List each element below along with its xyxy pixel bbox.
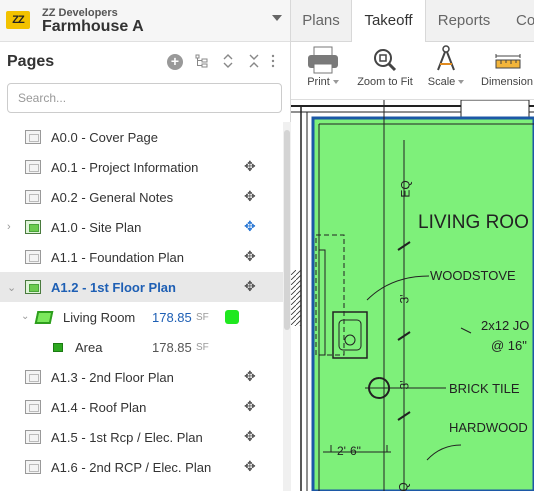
scale-label: Scale [427, 76, 456, 88]
page-row[interactable]: A0.1 - Project Information ✥ [0, 152, 283, 182]
page-label: A1.1 - Foundation Plan [51, 250, 184, 265]
dim-3ft-b: 3' [397, 380, 412, 390]
chevron-down-icon[interactable] [272, 15, 282, 21]
takeoff-name: Living Room [63, 310, 136, 325]
page-label: A1.5 - 1st Rcp / Elec. Plan [51, 430, 203, 445]
tab-plans[interactable]: Plans [291, 0, 351, 42]
chevron-down-icon[interactable]: ⌄ [7, 281, 16, 294]
page-label: A1.4 - Roof Plan [51, 400, 147, 415]
print-button[interactable]: Print [299, 42, 347, 100]
sheet-icon [25, 400, 41, 414]
company-logo: ZZ [6, 11, 30, 29]
page-row-selected[interactable]: ⌄ A1.2 - 1st Floor Plan ✥ [0, 272, 283, 302]
project-header[interactable]: ZZ ZZ Developers Farmhouse A [0, 0, 290, 42]
takeoff-row[interactable]: ⌄ Living Room 178.85 SF [0, 302, 283, 332]
dimension-button[interactable]: Dimension [479, 42, 534, 100]
tab-reports[interactable]: Reports [426, 0, 502, 42]
printer-icon [299, 42, 347, 76]
sheet-icon [25, 160, 41, 174]
takeoff-sub-unit: SF [196, 342, 209, 353]
sheet-icon [25, 250, 41, 264]
joist-note-1: 2x12 JO [481, 318, 530, 333]
dim-2ft6: 2'-6" [337, 444, 361, 458]
scrollbar-thumb[interactable] [284, 130, 290, 330]
takeoff-color-swatch[interactable] [225, 310, 239, 324]
page-label: A1.0 - Site Plan [51, 220, 142, 235]
tab-co[interactable]: Co [502, 0, 534, 42]
page-label: A1.3 - 2nd Floor Plan [51, 370, 174, 385]
sheet-icon [25, 460, 41, 474]
hardwood-note: HARDWOOD [449, 420, 528, 435]
chevron-down-icon[interactable]: ⌄ [21, 311, 29, 322]
page-row[interactable]: A1.3 - 2nd Floor Plan ✥ [0, 362, 283, 392]
dim-3ft-a: 3' [397, 294, 412, 304]
page-row[interactable]: A1.5 - 1st Rcp / Elec. Plan ✥ [0, 422, 283, 452]
page-label: A0.1 - Project Information [51, 160, 199, 175]
sheet-icon [25, 190, 41, 204]
right-panel: Plans Takeoff Reports Co Print Zoom to F… [291, 0, 534, 491]
takeoff-sub-row[interactable]: Area 178.85 SF [0, 332, 283, 362]
pages-list: A0.0 - Cover Page A0.1 - Project Informa… [0, 122, 283, 482]
takeoff-quantity: 178.85 [152, 310, 192, 325]
dim-q: Q [396, 482, 411, 491]
page-row[interactable]: A1.6 - 2nd RCP / Elec. Plan ✥ [0, 452, 283, 482]
page-row[interactable]: › A1.0 - Site Plan ✥ [0, 212, 283, 242]
hierarchy-icon[interactable] [194, 54, 210, 70]
page-label: A0.0 - Cover Page [51, 130, 158, 145]
sheet-icon [25, 430, 41, 444]
area-icon [53, 343, 63, 352]
plan-drawing-canvas[interactable]: LIVING ROO WOODSTOVE BRICK TILE HARDWOOD… [291, 99, 534, 491]
room-label: LIVING ROO [418, 212, 529, 233]
page-label: A1.6 - 2nd RCP / Elec. Plan [51, 460, 212, 475]
page-row[interactable]: A1.1 - Foundation Plan ✥ [0, 242, 283, 272]
page-row[interactable]: A0.2 - General Notes ✥ [0, 182, 283, 212]
move-icon[interactable]: ✥ [244, 278, 256, 295]
tab-takeoff[interactable]: Takeoff [351, 0, 426, 43]
zoom-label: Zoom to Fit [357, 76, 413, 88]
expand-all-icon[interactable] [220, 54, 236, 70]
tab-bar: Plans Takeoff Reports Co [291, 0, 534, 43]
move-icon[interactable]: ✥ [244, 368, 256, 385]
pages-title: Pages [7, 53, 55, 70]
page-row[interactable]: A1.4 - Roof Plan ✥ [0, 392, 283, 422]
move-icon[interactable]: ✥ [244, 248, 256, 265]
left-panel: ZZ ZZ Developers Farmhouse A Pages + A0.… [0, 0, 291, 491]
move-icon[interactable]: ✥ [244, 188, 256, 205]
search-input[interactable] [7, 83, 282, 113]
takeoff-sub-quantity: 178.85 [152, 340, 192, 355]
woodstove-note: WOODSTOVE [430, 268, 516, 283]
page-label: A1.2 - 1st Floor Plan [51, 280, 176, 295]
print-label: Print [307, 76, 330, 88]
move-icon[interactable]: ✥ [244, 398, 256, 415]
toolbar: Print Zoom to Fit Scale Dimension [291, 42, 534, 100]
move-icon[interactable]: ✥ [244, 428, 256, 445]
sheet-icon [25, 130, 41, 144]
move-icon[interactable]: ✥ [244, 458, 256, 475]
takeoff-unit: SF [196, 312, 209, 323]
collapse-all-icon[interactable] [246, 54, 262, 70]
scale-button[interactable]: Scale [425, 42, 467, 100]
takeoff-area-fill[interactable] [311, 116, 534, 491]
dim-eq: EQ [398, 180, 413, 198]
move-icon[interactable]: ✥ [244, 218, 256, 235]
zoom-fit-icon [353, 42, 417, 76]
move-icon[interactable]: ✥ [244, 158, 256, 175]
sheet-takeoff-icon [25, 280, 41, 294]
project-name: Farmhouse A [42, 18, 144, 35]
compass-icon [425, 42, 467, 76]
sheet-takeoff-icon [25, 220, 41, 234]
more-options-icon[interactable] [269, 54, 277, 70]
joist-note-2: @ 16" [491, 338, 527, 353]
chevron-right-icon[interactable]: › [7, 221, 11, 233]
area-polygon-icon [34, 311, 54, 324]
takeoff-sub-name: Area [75, 340, 103, 355]
sheet-icon [25, 370, 41, 384]
pages-header: Pages + [0, 42, 290, 80]
ruler-icon [479, 42, 534, 76]
add-page-icon[interactable]: + [167, 54, 183, 70]
brick-tile-note: BRICK TILE [449, 381, 520, 396]
page-label: A0.2 - General Notes [51, 190, 174, 205]
zoom-to-fit-button[interactable]: Zoom to Fit [353, 42, 417, 100]
page-row[interactable]: A0.0 - Cover Page [0, 122, 283, 152]
